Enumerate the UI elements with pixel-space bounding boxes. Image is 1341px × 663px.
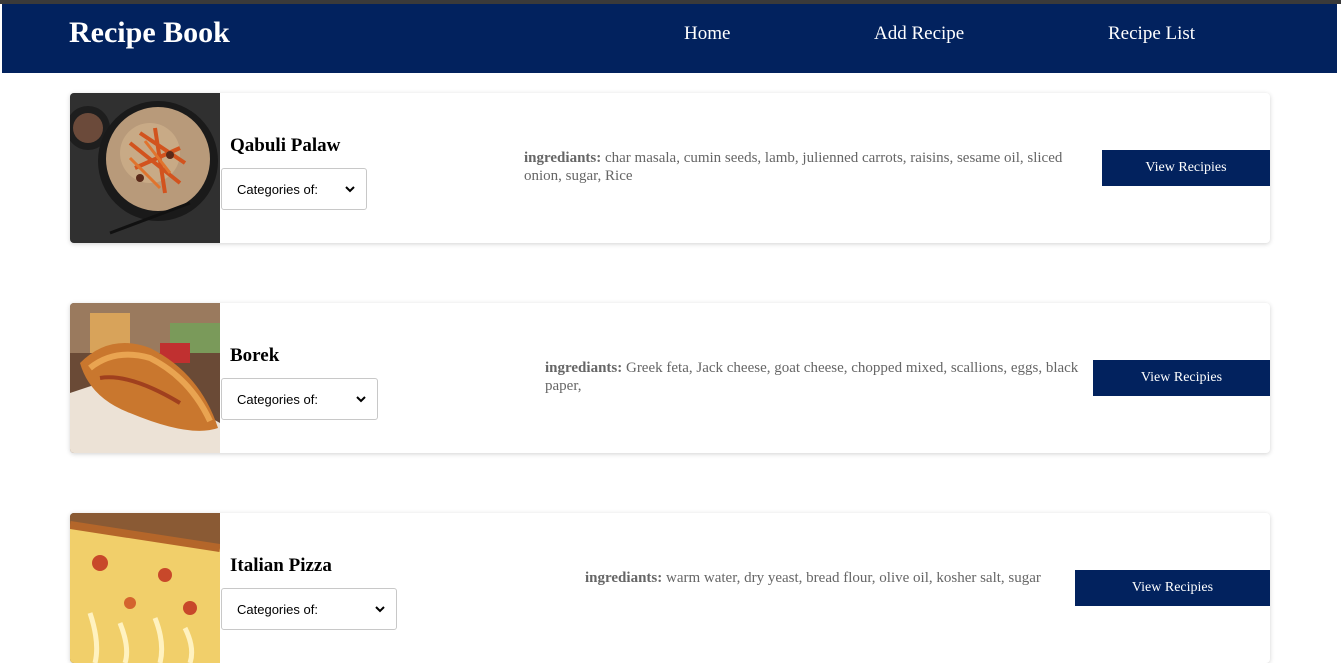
recipe-title: Borek <box>230 345 280 366</box>
recipe-image <box>70 93 220 243</box>
category-select[interactable]: Categories of: <box>221 378 378 420</box>
chevron-down-icon <box>356 396 366 403</box>
ingredients-list: warm water, dry yeast, bread flour, oliv… <box>665 570 1041 586</box>
view-recipe-button[interactable]: View Recipies <box>1093 360 1270 396</box>
category-select-value: Categories of: <box>237 181 318 197</box>
ingredients-list: Greek feta, Jack cheese, goat cheese, ch… <box>545 360 1079 394</box>
ingredients-label: ingrediants: <box>585 570 663 586</box>
navbar: Recipe Book Home Add Recipe Recipe List <box>2 4 1337 73</box>
recipe-title: Qabuli Palaw <box>230 135 341 156</box>
recipe-card: Italian Pizza Categories of: ingrediants… <box>70 513 1270 663</box>
ingredients-label: ingrediants: <box>524 150 602 166</box>
category-select-value: Categories of: <box>237 391 318 407</box>
brand-title[interactable]: Recipe Book <box>69 16 230 50</box>
recipe-card: Qabuli Palaw Categories of: ingrediants:… <box>70 93 1270 243</box>
category-select[interactable]: Categories of: <box>221 588 397 630</box>
ingredients-text: ingrediants: char masala, cumin seeds, l… <box>524 149 1084 185</box>
chevron-down-icon <box>375 606 385 613</box>
category-select-value: Categories of: <box>237 601 318 617</box>
ingredients-text: ingrediants: Greek feta, Jack cheese, go… <box>545 359 1085 395</box>
ingredients-text: ingrediants: warm water, dry yeast, brea… <box>585 569 1055 587</box>
view-recipe-button[interactable]: View Recipies <box>1075 570 1270 606</box>
ingredients-label: ingrediants: <box>545 360 623 376</box>
nav-link-recipe-list[interactable]: Recipe List <box>1108 23 1195 45</box>
view-recipe-button[interactable]: View Recipies <box>1102 150 1270 186</box>
nav-link-home[interactable]: Home <box>684 23 730 45</box>
recipe-title: Italian Pizza <box>230 555 332 576</box>
nav-link-add-recipe[interactable]: Add Recipe <box>874 23 964 45</box>
recipe-image <box>70 303 220 453</box>
category-select[interactable]: Categories of: <box>221 168 367 210</box>
chevron-down-icon <box>345 186 355 193</box>
ingredients-list: char masala, cumin seeds, lamb, julienne… <box>524 150 1063 184</box>
recipe-image <box>70 513 220 663</box>
recipe-card: Borek Categories of: ingrediants: Greek … <box>70 303 1270 453</box>
